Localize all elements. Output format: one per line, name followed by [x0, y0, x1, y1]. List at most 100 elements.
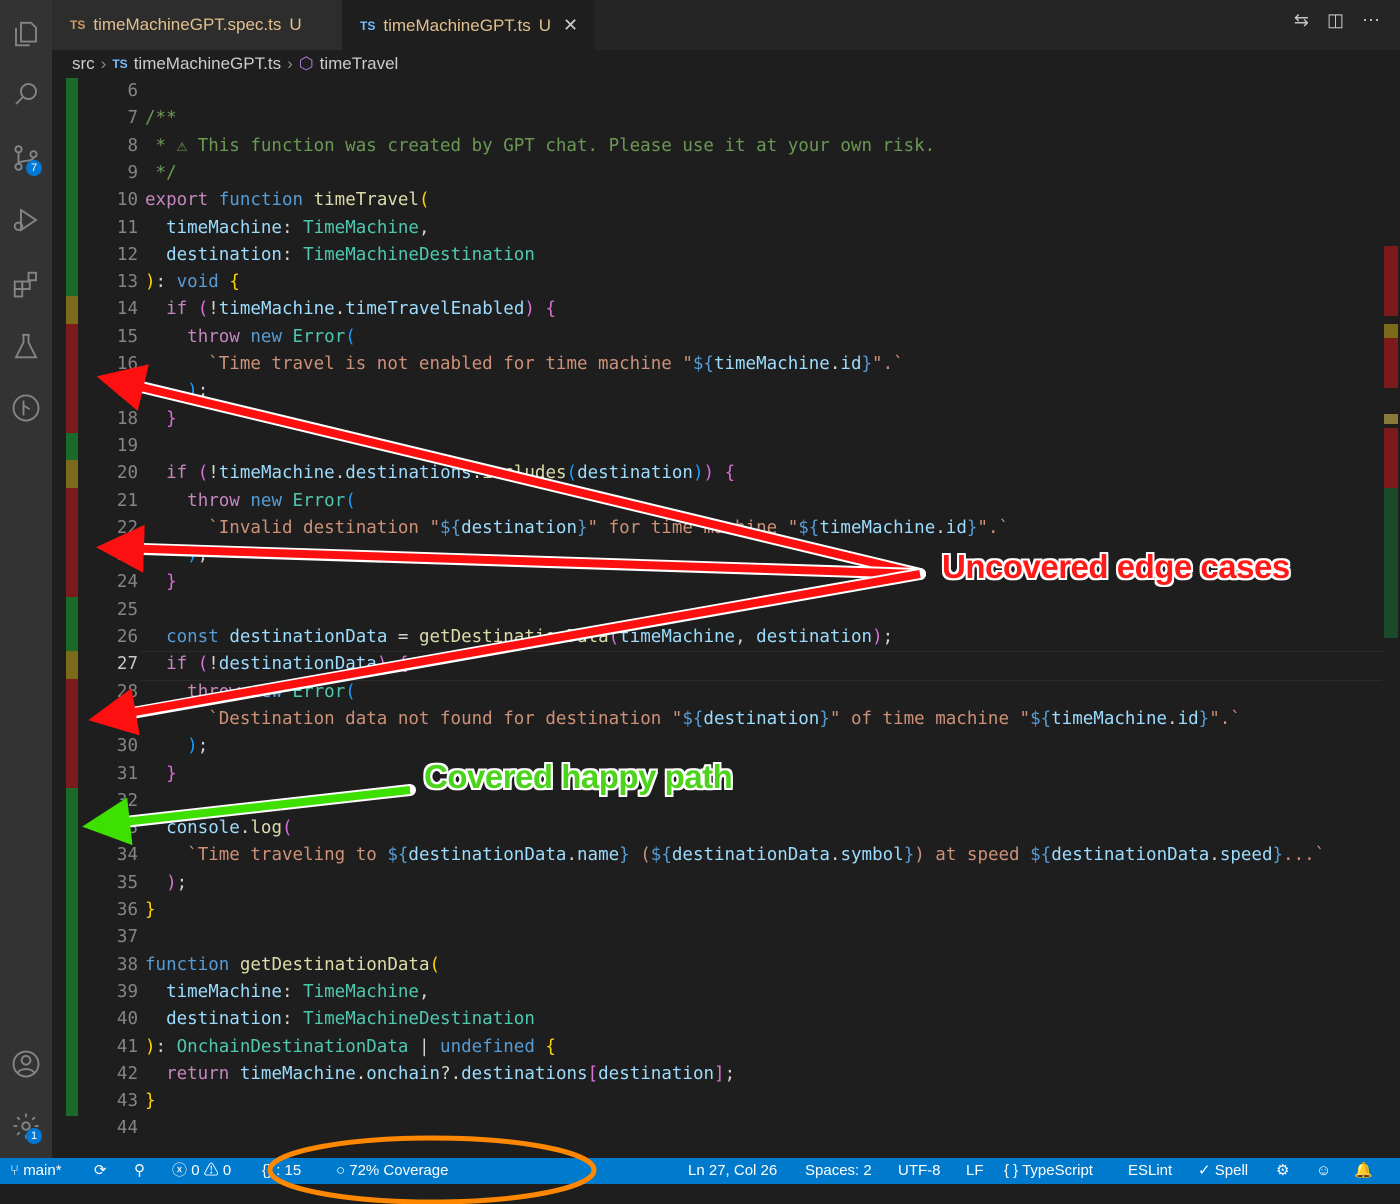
line-number: 16 [116, 354, 138, 374]
settings-gear-icon[interactable]: 1 [6, 1106, 46, 1146]
split-editor-icon[interactable]: ◫ [1327, 10, 1344, 31]
language-name: TypeScript [1022, 1162, 1093, 1179]
typescript-file-icon: TS [112, 57, 128, 71]
open-changes-icon[interactable]: ⇆ [1294, 10, 1309, 31]
code-line[interactable]: } [145, 761, 177, 788]
git-graph-icon[interactable] [6, 388, 46, 428]
branch-status[interactable]: ⑂ main* [10, 1158, 62, 1184]
coverage-gutter-uncovered [66, 323, 78, 352]
code-editor[interactable]: 6 7 /** 8 * ⚠ This function was created by … [52, 78, 1390, 1158]
source-control-icon[interactable]: 7 [6, 138, 46, 178]
code-line[interactable]: * ⚠ This function was created by GPT cha… [145, 133, 936, 160]
code-line[interactable]: timeMachine: TimeMachine, [145, 979, 429, 1006]
code-line[interactable]: */ [145, 160, 177, 187]
info-status[interactable]: {} : 15 [262, 1158, 301, 1184]
coverage-gutter-covered [66, 1088, 78, 1116]
line-number: 19 [116, 435, 138, 456]
code-line[interactable]: destination: TimeMachineDestination [145, 242, 535, 269]
code-line[interactable]: console.log( [145, 815, 292, 842]
tab-bar: TS timeMachineGPT.spec.ts U TS timeMachi… [52, 0, 1400, 50]
line-number: 40 [116, 1009, 138, 1030]
encoding-status[interactable]: UTF-8 [898, 1158, 941, 1184]
line-number: 17 [116, 381, 138, 402]
editor-actions: ⇆ ◫ ⋯ [1294, 10, 1380, 31]
code-line[interactable]: /** [145, 105, 177, 132]
code-line[interactable]: ): OnchainDestinationData | undefined { [145, 1034, 556, 1061]
sync-icon[interactable]: ⟳ [94, 1158, 107, 1184]
code-line[interactable]: `Destination data not found for destinat… [145, 706, 1241, 733]
code-line[interactable]: throw new Error( [145, 324, 356, 351]
indentation-status[interactable]: Spaces: 2 [805, 1158, 872, 1184]
notifications-bell-icon[interactable]: 🔔 [1354, 1158, 1373, 1184]
code-line[interactable]: if (!destinationData) { [145, 651, 408, 678]
typescript-file-icon: TS [360, 18, 376, 33]
code-line[interactable]: `Time traveling to ${destinationData.nam… [145, 842, 1325, 869]
language-mode[interactable]: { } TypeScript [1004, 1158, 1093, 1184]
more-actions-icon[interactable]: ⋯ [1362, 10, 1380, 31]
code-line[interactable]: throw new Error( [145, 679, 356, 706]
line-number: 15 [116, 326, 138, 347]
code-line[interactable]: throw new Error( [145, 488, 356, 515]
code-line[interactable]: destination: TimeMachineDestination [145, 1006, 535, 1033]
breadcrumb-folder[interactable]: src [72, 54, 95, 74]
tab-source-file[interactable]: TS timeMachineGPT.ts U ✕ [342, 0, 594, 50]
coverage-gutter-covered [66, 978, 78, 1007]
tab-spec-file[interactable]: TS timeMachineGPT.spec.ts U [52, 0, 342, 50]
breadcrumb-symbol[interactable]: timeTravel [320, 54, 399, 74]
coverage-gutter-covered [66, 214, 78, 243]
coverage-gutter-covered [66, 132, 78, 161]
problems-status[interactable]: ⓧ 0 ⚠ 0 [172, 1158, 231, 1184]
code-line[interactable]: `Time travel is not enabled for time mac… [145, 351, 903, 378]
code-line[interactable]: } [145, 1088, 156, 1115]
code-line[interactable]: ); [145, 542, 208, 569]
line-number: 18 [116, 408, 138, 429]
line-number: 11 [116, 217, 138, 238]
code-line[interactable]: function getDestinationData( [145, 952, 440, 979]
status-bar: ⑂ main* ⟳ ⚲ ⓧ 0 ⚠ 0 {} : 15 ○ 72% Covera… [0, 1158, 1400, 1184]
coverage-gutter-covered [66, 1060, 78, 1089]
code-line[interactable]: return timeMachine.onchain?.destinations… [145, 1061, 735, 1088]
line-number: 24 [116, 572, 138, 593]
coverage-gutter-uncovered [66, 351, 78, 379]
breadcrumb-file[interactable]: timeMachineGPT.ts [134, 54, 281, 74]
close-icon[interactable]: ✕ [563, 15, 578, 36]
line-number: 7 [127, 108, 138, 129]
copilot-icon[interactable]: ⚙ [1276, 1158, 1289, 1184]
coverage-gutter-uncovered [66, 514, 78, 543]
code-line[interactable]: ): void { [145, 269, 240, 296]
coverage-gutter-uncovered [66, 678, 78, 707]
feedback-icon[interactable]: ☺ [1316, 1158, 1331, 1184]
line-number: 12 [116, 244, 138, 265]
search-icon[interactable] [6, 74, 46, 114]
code-line[interactable]: } [145, 406, 177, 433]
code-line[interactable]: } [145, 897, 156, 924]
code-line[interactable]: if (!timeMachine.destinations.includes(d… [145, 460, 735, 487]
coverage-status[interactable]: ○ 72% Coverage [336, 1158, 448, 1184]
code-line[interactable]: } [145, 569, 177, 596]
line-number: 36 [116, 900, 138, 920]
publish-icon[interactable]: ⚲ [134, 1158, 145, 1184]
account-icon[interactable] [6, 1044, 46, 1084]
code-line[interactable]: ); [145, 378, 208, 405]
line-number: 25 [116, 599, 138, 620]
coverage-gutter-covered [66, 787, 78, 816]
spell-status[interactable]: ✓ Spell [1198, 1158, 1248, 1184]
coverage-gutter-covered [66, 924, 78, 953]
eol-status[interactable]: LF [966, 1158, 984, 1184]
code-line[interactable]: const destinationData = getDestinationDa… [145, 624, 893, 651]
code-line[interactable]: if (!timeMachine.timeTravelEnabled) { [145, 296, 556, 323]
code-line[interactable]: export function timeTravel( [145, 187, 430, 214]
testing-icon[interactable] [6, 326, 46, 366]
error-count: 0 [191, 1162, 200, 1179]
code-line[interactable]: timeMachine: TimeMachine, [145, 215, 429, 242]
warning-count: 0 [222, 1162, 232, 1179]
cursor-position[interactable]: Ln 27, Col 26 [688, 1158, 777, 1184]
explorer-icon[interactable] [6, 14, 46, 54]
code-line[interactable]: `Invalid destination "${destination}" fo… [145, 515, 1009, 542]
eslint-status[interactable]: ESLint [1128, 1158, 1172, 1184]
code-line[interactable]: ); [145, 870, 187, 897]
run-debug-icon[interactable] [6, 200, 46, 240]
extensions-icon[interactable] [6, 264, 46, 304]
overview-ruler[interactable] [1382, 78, 1400, 1158]
code-line[interactable]: ); [145, 733, 208, 760]
